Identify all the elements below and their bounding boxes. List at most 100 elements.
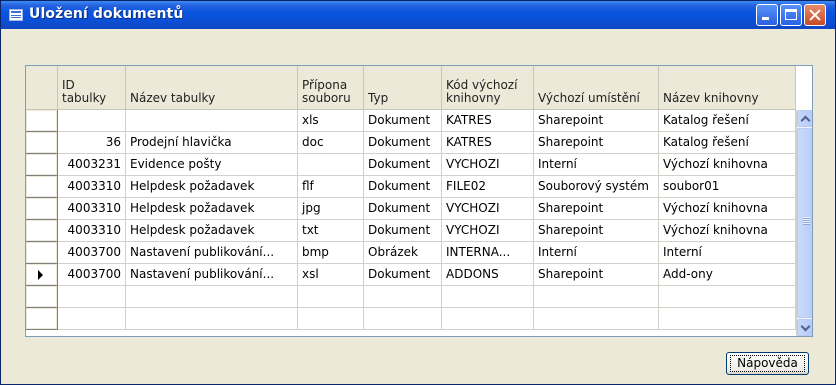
cell-location[interactable] bbox=[534, 308, 659, 330]
column-header-name[interactable]: Název tabulky bbox=[126, 66, 298, 110]
cell-name[interactable]: Nastavení publikování... bbox=[126, 242, 298, 264]
table-row[interactable] bbox=[26, 286, 812, 308]
table-row[interactable]: 4003310 Helpdesk požadavek jpg Dokument VYCH… bbox=[26, 198, 812, 220]
cell-name[interactable]: Helpdesk požadavek bbox=[126, 176, 298, 198]
cell-libname[interactable]: Add-ony bbox=[659, 264, 796, 286]
cell-location[interactable]: Sharepoint bbox=[534, 198, 659, 220]
cell-libcode[interactable]: KATRES bbox=[442, 132, 534, 154]
cell-libname[interactable]: Výchozí knihovna bbox=[659, 220, 796, 242]
table-row[interactable]: 4003700 Nastavení publikování... bmp Obráze… bbox=[26, 242, 812, 264]
cell-location[interactable]: Sharepoint bbox=[534, 264, 659, 286]
cell-libname[interactable]: Výchozí knihovna bbox=[659, 154, 796, 176]
cell-type[interactable]: Dokument bbox=[364, 220, 442, 242]
help-button[interactable]: Nápověda bbox=[726, 352, 809, 375]
cell-location[interactable]: Sharepoint bbox=[534, 132, 659, 154]
cell-type[interactable]: Dokument bbox=[364, 198, 442, 220]
table-row[interactable]: 4003310 Helpdesk požadavek txt Dokument VYCH… bbox=[26, 220, 812, 242]
table-row[interactable]: xls Dokument KATRES Sharepoint Katalog řešen… bbox=[26, 110, 812, 132]
cell-id[interactable] bbox=[58, 286, 126, 308]
column-header-location[interactable]: Výchozí umístění bbox=[534, 66, 659, 110]
vertical-scrollbar[interactable] bbox=[796, 110, 812, 336]
column-header-type[interactable]: Typ bbox=[364, 66, 442, 110]
cell-location[interactable]: Souborový systém bbox=[534, 176, 659, 198]
cell-type[interactable] bbox=[364, 286, 442, 308]
row-selector[interactable] bbox=[26, 220, 58, 242]
cell-location[interactable] bbox=[534, 286, 659, 308]
close-button[interactable] bbox=[804, 4, 826, 26]
cell-libname[interactable]: soubor01 bbox=[659, 176, 796, 198]
cell-id[interactable]: 4003310 bbox=[58, 198, 126, 220]
cell-id[interactable] bbox=[58, 308, 126, 330]
row-selector[interactable] bbox=[26, 176, 58, 198]
cell-ext[interactable]: doc bbox=[298, 132, 364, 154]
cell-libcode[interactable]: FILE02 bbox=[442, 176, 534, 198]
column-header-id[interactable]: ID tabulky bbox=[58, 66, 126, 110]
scroll-up-button[interactable] bbox=[797, 110, 812, 127]
minimize-button[interactable] bbox=[756, 4, 778, 26]
cell-id[interactable]: 4003310 bbox=[58, 220, 126, 242]
cell-ext[interactable]: xsl bbox=[298, 264, 364, 286]
cell-ext[interactable] bbox=[298, 286, 364, 308]
cell-name[interactable] bbox=[126, 308, 298, 330]
cell-type[interactable]: Dokument bbox=[364, 176, 442, 198]
cell-ext[interactable]: flf bbox=[298, 176, 364, 198]
cell-id[interactable]: 4003231 bbox=[58, 154, 126, 176]
cell-name[interactable] bbox=[126, 110, 298, 132]
cell-location[interactable]: Interní bbox=[534, 154, 659, 176]
row-selector[interactable] bbox=[26, 264, 58, 286]
cell-location[interactable]: Sharepoint bbox=[534, 110, 659, 132]
cell-type[interactable]: Dokument bbox=[364, 110, 442, 132]
cell-name[interactable]: Nastavení publikování... bbox=[126, 264, 298, 286]
cell-type[interactable]: Dokument bbox=[364, 132, 442, 154]
maximize-button[interactable] bbox=[780, 4, 802, 26]
cell-libname[interactable]: Interní bbox=[659, 242, 796, 264]
row-selector[interactable] bbox=[26, 110, 58, 132]
cell-libname[interactable]: Výchozí knihovna bbox=[659, 198, 796, 220]
cell-location[interactable]: Sharepoint bbox=[534, 220, 659, 242]
cell-id[interactable]: 4003700 bbox=[58, 264, 126, 286]
row-selector[interactable] bbox=[26, 198, 58, 220]
cell-name[interactable]: Helpdesk požadavek bbox=[126, 198, 298, 220]
cell-id[interactable] bbox=[58, 110, 126, 132]
scroll-down-button[interactable] bbox=[797, 319, 812, 336]
row-selector[interactable] bbox=[26, 242, 58, 264]
cell-libcode[interactable]: VYCHOZI bbox=[442, 220, 534, 242]
cell-ext[interactable] bbox=[298, 308, 364, 330]
cell-name[interactable]: Evidence pošty bbox=[126, 154, 298, 176]
cell-name[interactable]: Prodejní hlavička bbox=[126, 132, 298, 154]
cell-type[interactable]: Dokument bbox=[364, 154, 442, 176]
cell-type[interactable]: Dokument bbox=[364, 264, 442, 286]
cell-id[interactable]: 36 bbox=[58, 132, 126, 154]
scroll-thumb[interactable] bbox=[797, 128, 812, 318]
cell-type[interactable]: Obrázek bbox=[364, 242, 442, 264]
row-selector[interactable] bbox=[26, 132, 58, 154]
cell-libcode[interactable] bbox=[442, 286, 534, 308]
cell-ext[interactable]: bmp bbox=[298, 242, 364, 264]
cell-libcode[interactable] bbox=[442, 308, 534, 330]
row-selector[interactable] bbox=[26, 154, 58, 176]
cell-ext[interactable]: jpg bbox=[298, 198, 364, 220]
title-bar[interactable]: Uložení dokumentů bbox=[1, 1, 835, 29]
cell-type[interactable] bbox=[364, 308, 442, 330]
cell-location[interactable]: Interní bbox=[534, 242, 659, 264]
cell-name[interactable] bbox=[126, 286, 298, 308]
document-storage-table[interactable]: ID tabulky Název tabulky Přípona souboru Ty… bbox=[25, 65, 813, 337]
cell-libcode[interactable]: VYCHOZI bbox=[442, 154, 534, 176]
column-header-ext[interactable]: Přípona souboru bbox=[298, 66, 364, 110]
cell-ext[interactable] bbox=[298, 154, 364, 176]
cell-id[interactable]: 4003700 bbox=[58, 242, 126, 264]
cell-name[interactable]: Helpdesk požadavek bbox=[126, 220, 298, 242]
row-selector[interactable] bbox=[26, 286, 58, 308]
cell-libname[interactable]: Katalog řešení bbox=[659, 132, 796, 154]
cell-id[interactable]: 4003310 bbox=[58, 176, 126, 198]
table-row[interactable] bbox=[26, 308, 812, 330]
cell-libcode[interactable]: KATRES bbox=[442, 110, 534, 132]
table-row[interactable]: 4003700 Nastavení publikování... xsl Dokume… bbox=[26, 264, 812, 286]
cell-libname[interactable] bbox=[659, 308, 796, 330]
table-row[interactable]: 36 Prodejní hlavička doc Dokument KATRES Shar… bbox=[26, 132, 812, 154]
table-row[interactable]: 4003310 Helpdesk požadavek flf Dokument FILE… bbox=[26, 176, 812, 198]
row-selector[interactable] bbox=[26, 308, 58, 330]
column-header-libname[interactable]: Název knihovny bbox=[659, 66, 796, 110]
cell-ext[interactable]: txt bbox=[298, 220, 364, 242]
cell-libname[interactable]: Katalog řešení bbox=[659, 110, 796, 132]
